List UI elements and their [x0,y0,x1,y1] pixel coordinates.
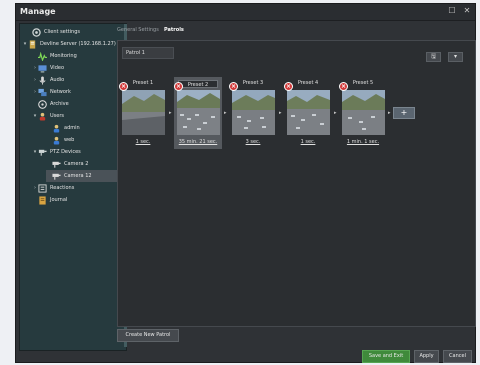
delete-preset-icon[interactable]: × [284,82,293,91]
tree-item-journal[interactable]: Journal [32,194,67,206]
tree-item-camera-2[interactable]: Camera 2 [46,158,88,170]
arrow-right-icon: ▸ [279,110,282,116]
delete-preset-icon[interactable]: × [229,82,238,91]
tree-item-admin[interactable]: admin [46,122,80,134]
client-settings-icon [32,27,41,37]
tree-item-label: Archive [50,101,69,107]
camera-icon [52,161,61,168]
arrow-right-icon: ▸ [224,110,227,116]
tree-item-label: Network [50,89,71,95]
preset-thumbnail [177,90,220,135]
preset-thumbnail [342,90,385,135]
tree-item-ptz-devices[interactable]: ▾ PTZ Devices [32,146,81,158]
manage-window: Manage ☐ ✕ Client settings ▾ Devline Ser… [15,3,476,363]
users-icon [39,112,46,121]
video-icon [38,64,47,73]
preset-duration[interactable]: 1 sec. [284,139,332,145]
tree-item-label: Audio [50,77,65,83]
preset-name: Preset 2 [178,80,218,88]
tree-item-label: Reactions [50,185,75,191]
tree-item-label: Client settings [44,29,81,35]
tree-item-label: web [64,137,75,143]
network-icon [38,88,47,96]
delete-preset-icon[interactable]: × [339,82,348,91]
user-icon [53,124,60,133]
tree-item-archive[interactable]: Archive [32,98,69,110]
preset-thumbnail [232,90,275,135]
maximize-button[interactable]: ☐ [447,6,457,16]
tree-item-label: PTZ Devices [50,149,81,155]
title-bar: Manage ☐ ✕ [16,4,475,21]
preset-duration[interactable]: 35 min. 21 sec. [174,139,222,145]
delete-preset-icon[interactable]: × [174,82,183,91]
preset-thumbnail [287,90,330,135]
tree-item-label: Video [50,65,65,71]
tree-item-camera-12[interactable]: Camera 12 [46,170,124,182]
journal-icon [39,195,46,205]
audio-icon [39,75,46,85]
cancel-button[interactable]: Cancel [443,350,472,363]
preset-card[interactable]: Preset 4 × 1 sec. [284,77,332,149]
preset-card[interactable]: Preset 5 × 1 min. 1 sec. [339,77,387,149]
preset-duration[interactable]: 1 min. 1 sec. [339,139,387,145]
patrol-menu-button[interactable]: ▾ [448,52,463,62]
window-title: Manage [20,7,56,16]
arrow-right-icon: ▸ [388,110,391,116]
camera-icon [52,173,61,180]
tree-item-label: Camera 2 [64,161,89,167]
apply-button[interactable]: Apply [414,350,439,363]
tree-item-web[interactable]: web [46,134,74,146]
tree-item-label: Monitoring [50,53,77,59]
monitoring-icon [38,51,47,61]
tree-item-label: Devline Server (192.168.1.27) [40,41,116,47]
tree-item-server[interactable]: ▾ Devline Server (192.168.1.27) [22,38,116,50]
chevron-down-icon: ▾ [453,53,457,60]
tree-item-label: admin [64,125,80,131]
tree-item-monitoring[interactable]: Monitoring [32,50,77,62]
preset-duration[interactable]: 1 sec. [119,139,167,145]
add-preset-button[interactable]: + [393,107,415,119]
tree-item-label: Camera 12 [64,173,92,179]
preset-card[interactable]: Preset 2 × 35 min. 21 sec. [174,77,222,149]
save-icon: 🖫 [430,53,437,60]
tree-item-client-settings[interactable]: Client settings [26,26,80,38]
save-and-exit-button[interactable]: Save and Exit [362,350,410,363]
close-button[interactable]: ✕ [462,6,472,16]
ptz-icon [38,149,47,156]
tree-item-users[interactable]: ▾ Users [32,110,64,122]
tree-item-video[interactable]: › Video [32,62,64,74]
tab-patrols[interactable]: Patrols [164,27,184,33]
user-icon [53,136,60,145]
archive-icon [38,99,47,109]
preset-duration[interactable]: 3 sec. [229,139,277,145]
settings-tree: Client settings ▾ Devline Server (192.16… [19,23,127,351]
tree-item-label: Users [50,113,65,119]
arrow-right-icon: ▸ [169,110,172,116]
arrow-right-icon: ▸ [334,110,337,116]
delete-preset-icon[interactable]: × [119,82,128,91]
tree-item-reactions[interactable]: › Reactions [32,182,74,194]
tab-general-settings[interactable]: General Settings [117,27,159,33]
save-patrol-button[interactable]: 🖫 [426,52,441,62]
create-new-patrol-button[interactable]: Create New Patrol [117,329,179,342]
presets-row: Preset 1 × 1 sec. ▸ Preset 2 × 35 min. 2… [117,77,474,157]
preset-card[interactable]: Preset 1 × 1 sec. [119,77,167,149]
reactions-icon [38,183,47,193]
preset-thumbnail [122,90,165,135]
patrol-name-field[interactable]: Patrol 1 [122,47,174,59]
preset-card[interactable]: Preset 3 × 3 sec. [229,77,277,149]
tree-item-network[interactable]: › Network [32,86,71,98]
tree-item-label: Journal [50,197,68,203]
tree-item-audio[interactable]: › Audio [32,74,64,86]
server-icon [29,39,36,49]
